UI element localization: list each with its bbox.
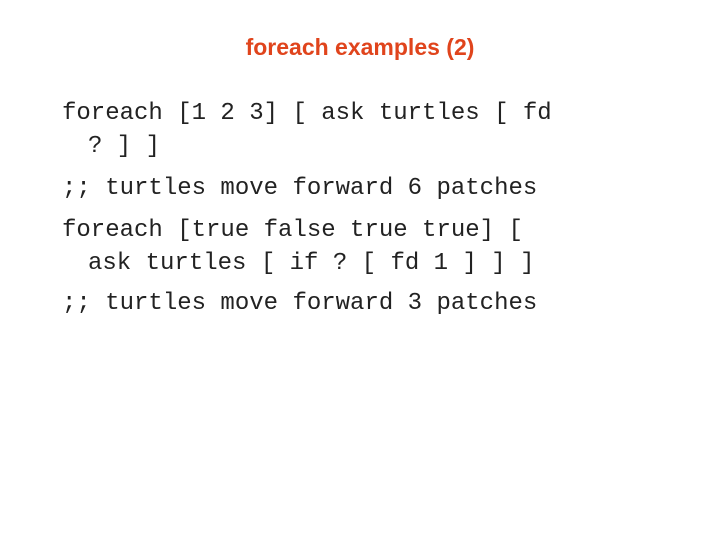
slide-title: foreach examples (2) — [245, 34, 475, 60]
code-comment: ;; turtles move forward 6 patches — [62, 175, 538, 202]
code-line: foreach [1 2 3] [ ask turtles [ fd — [62, 100, 552, 127]
code-comment: ;; turtles move forward 3 patches — [62, 290, 538, 317]
code-line: foreach [true false true true] [ — [62, 217, 523, 244]
code-line-continuation: ? ] ] — [88, 133, 161, 160]
code-line-continuation: ask turtles [ if ? [ fd 1 ] ] ] — [88, 250, 535, 277]
